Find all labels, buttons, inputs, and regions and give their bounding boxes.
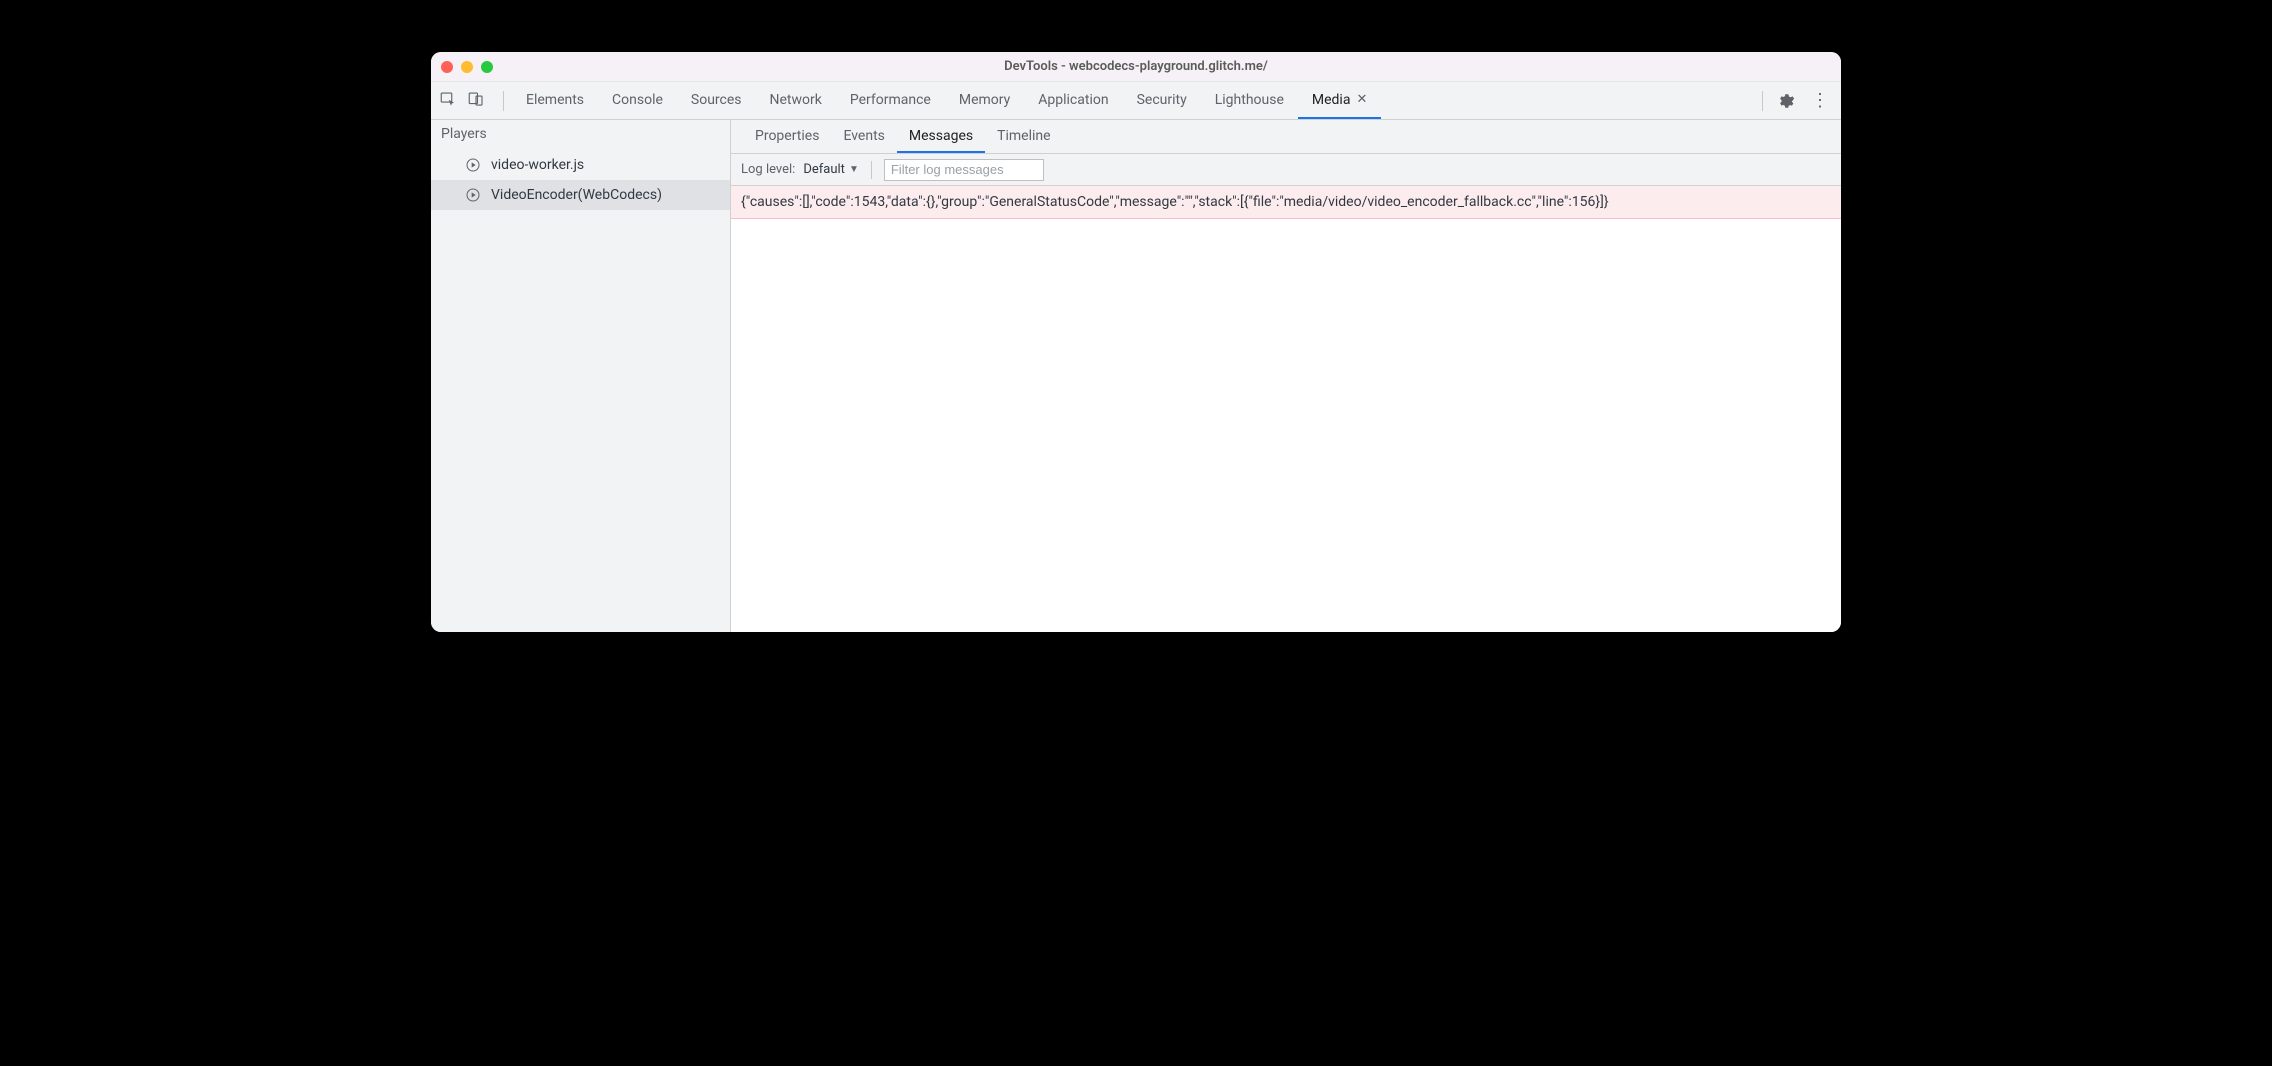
inspect-element-icon[interactable]	[439, 90, 457, 112]
tab-security[interactable]: Security	[1123, 82, 1201, 119]
main-tab-strip: Elements Console Sources Network Performance…	[431, 82, 1841, 120]
messages-toolbar: Log level: Default ▼	[731, 154, 1841, 186]
players-heading: Players	[431, 120, 730, 150]
play-icon	[465, 157, 481, 173]
close-window-button[interactable]	[441, 61, 453, 73]
tab-label: Console	[612, 92, 663, 108]
messages-list: {"causes":[],"code":1543,"data":{},"grou…	[731, 186, 1841, 632]
close-icon[interactable]: ✕	[1356, 92, 1367, 107]
tab-lighthouse[interactable]: Lighthouse	[1201, 82, 1298, 119]
subtab-events[interactable]: Events	[831, 120, 896, 153]
player-item[interactable]: video-worker.js	[431, 150, 730, 180]
subtab-timeline[interactable]: Timeline	[985, 120, 1062, 153]
subtab-messages[interactable]: Messages	[897, 120, 985, 153]
tab-memory[interactable]: Memory	[945, 82, 1024, 119]
more-menu-icon[interactable]: ⋮	[1801, 90, 1835, 111]
zoom-window-button[interactable]	[481, 61, 493, 73]
player-detail: PropertiesEventsMessagesTimeline Log lev…	[731, 120, 1841, 632]
separator	[503, 91, 504, 111]
log-message: {"causes":[],"code":1543,"data":{},"grou…	[731, 186, 1841, 219]
minimize-window-button[interactable]	[461, 61, 473, 73]
tab-label: Network	[770, 92, 822, 108]
log-level-value: Default	[803, 162, 845, 177]
chevron-down-icon: ▼	[849, 164, 859, 175]
separator	[1762, 91, 1763, 111]
tab-network[interactable]: Network	[756, 82, 836, 119]
tab-label: Memory	[959, 92, 1010, 108]
player-item[interactable]: VideoEncoder(WebCodecs)	[431, 180, 730, 210]
tab-label: Elements	[526, 92, 584, 108]
player-label: VideoEncoder(WebCodecs)	[491, 187, 662, 203]
tab-application[interactable]: Application	[1024, 82, 1122, 119]
log-level-select[interactable]: Default ▼	[803, 162, 859, 177]
separator	[871, 161, 872, 179]
window-title: DevTools - webcodecs-playground.glitch.m…	[431, 59, 1841, 74]
devtools-window: DevTools - webcodecs-playground.glitch.m…	[431, 52, 1841, 632]
player-label: video-worker.js	[491, 157, 584, 173]
settings-icon[interactable]	[1771, 92, 1801, 110]
panel-content: Players video-worker.js VideoEncoder(WebC…	[431, 120, 1841, 632]
subtab-strip: PropertiesEventsMessagesTimeline	[731, 120, 1841, 154]
tab-performance[interactable]: Performance	[836, 82, 945, 119]
tab-label: Application	[1038, 92, 1108, 108]
tab-elements[interactable]: Elements	[512, 82, 598, 119]
log-level-label: Log level:	[741, 162, 795, 177]
tab-label: Performance	[850, 92, 931, 108]
play-icon	[465, 187, 481, 203]
tab-label: Security	[1137, 92, 1187, 108]
tab-media[interactable]: Media ✕	[1298, 82, 1381, 119]
subtab-properties[interactable]: Properties	[743, 120, 831, 153]
device-toolbar-icon[interactable]	[467, 90, 485, 112]
tab-label: Media	[1312, 92, 1351, 108]
window-titlebar: DevTools - webcodecs-playground.glitch.m…	[431, 52, 1841, 82]
tab-label: Lighthouse	[1215, 92, 1284, 108]
tab-console[interactable]: Console	[598, 82, 677, 119]
players-sidebar: Players video-worker.js VideoEncoder(WebC…	[431, 120, 731, 632]
filter-input[interactable]	[884, 159, 1044, 181]
traffic-lights	[441, 61, 493, 73]
tab-sources[interactable]: Sources	[677, 82, 756, 119]
tab-label: Sources	[691, 92, 742, 108]
